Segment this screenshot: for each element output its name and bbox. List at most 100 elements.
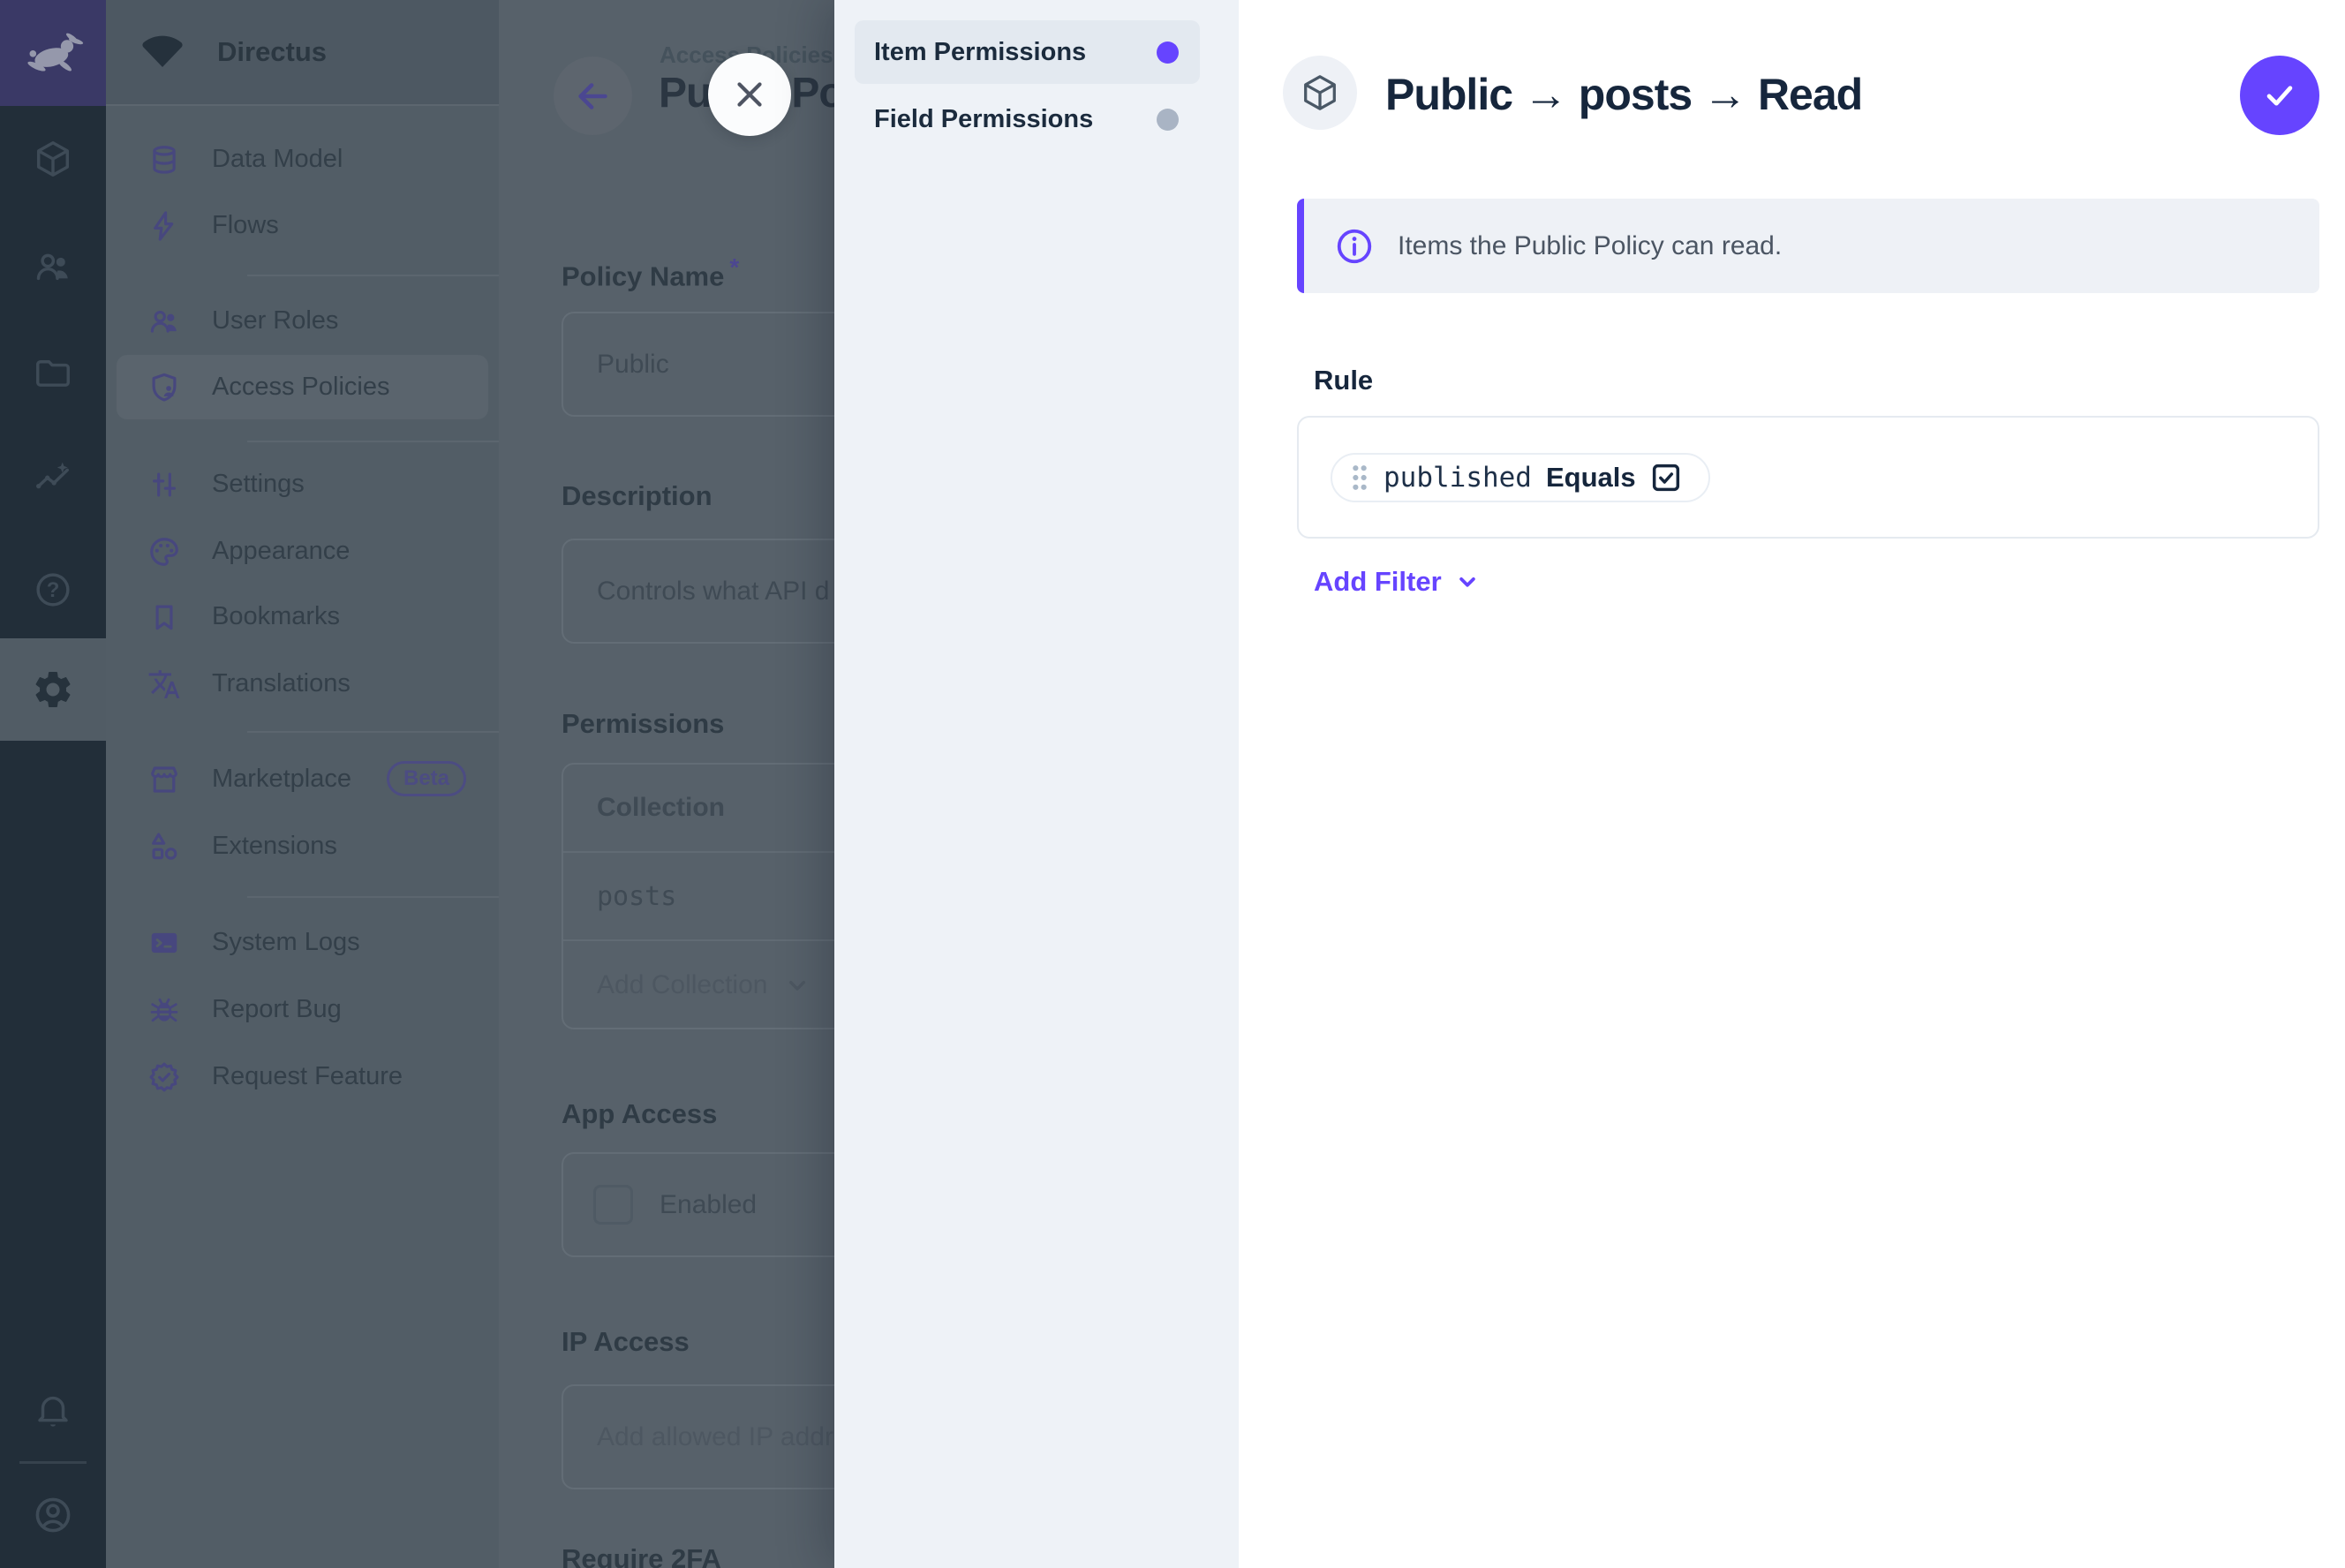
sidebar-item-report-bug[interactable]: Report Bug [117,977,488,1042]
translate-icon [147,667,182,702]
sidebar-item-bookmarks[interactable]: Bookmarks [117,584,488,649]
enabled-checkbox[interactable] [593,1185,633,1225]
module-bar: ? [0,0,106,1568]
sidebar-item-label: Access Policies [212,373,389,402]
tab-label: Field Permissions [874,105,1157,134]
shapes-icon [147,829,182,864]
directus-rabbit-icon [20,28,86,78]
chevron-down-icon [783,971,811,999]
add-collection-button[interactable]: Add Collection [563,941,834,1029]
settings-gear-icon [31,667,75,712]
collection-name: posts [597,881,676,912]
check-icon [2260,76,2299,115]
project-header[interactable]: Directus [106,0,499,106]
sidebar-item-label: Appearance [212,537,350,566]
required-asterisk: * [729,253,739,281]
drawer-side-panel: Item Permissions Field Permissions [834,0,1239,1568]
storefront-icon [147,762,182,797]
sidebar-item-label: System Logs [212,928,360,957]
drawer-title: Public → posts → Read [1385,69,1862,120]
bolt-icon [147,208,182,244]
users-icon [33,246,73,287]
sidebar-item-request-feature[interactable]: Request Feature [117,1044,488,1109]
insights-module-button[interactable] [0,426,106,531]
add-filter-label: Add Filter [1314,566,1442,598]
project-logo-icon [139,35,185,69]
sidebar-item-label: Extensions [212,832,337,861]
sidebar-item-translations[interactable]: Translations [117,652,488,716]
database-icon [147,142,182,177]
help-icon: ? [33,569,73,610]
table-row-posts[interactable]: posts [563,853,834,939]
settings-nav-panel: Directus Data Model Flows [106,0,499,1568]
permission-drawer: Public → posts → Read Items the Public P… [1239,0,2345,1568]
folder-icon [33,352,73,393]
sidebar-item-label: Report Bug [212,995,342,1024]
enabled-checkbox-label: Enabled [660,1190,757,1220]
filter-operator[interactable]: Equals [1546,462,1636,494]
box-icon [1300,72,1340,113]
sidebar-item-label: User Roles [212,306,338,335]
account-button[interactable] [0,1462,106,1568]
description-label: Description [562,480,713,512]
tab-item-permissions[interactable]: Item Permissions [855,20,1200,84]
sidebar-item-data-model[interactable]: Data Model [117,127,488,192]
help-module-button[interactable]: ? [0,537,106,643]
filter-field-name[interactable]: published [1384,462,1532,494]
ip-access-label: IP Access [562,1326,690,1358]
users-module-button[interactable] [0,214,106,320]
notifications-button[interactable] [0,1357,106,1463]
info-notice: Items the Public Policy can read. [1297,199,2319,293]
info-icon [1334,226,1375,267]
permissions-header-row: Collection [563,765,834,851]
rule-container: published Equals [1297,416,2319,539]
sidebar-item-label: Flows [212,211,279,240]
filter-chip[interactable]: published Equals [1331,453,1710,502]
sidebar-item-label: Data Model [212,145,343,174]
content-module-button[interactable] [0,106,106,212]
description-input[interactable]: Controls what API d [562,539,834,644]
project-name: Directus [217,36,327,68]
directus-app: ? [0,0,2345,1568]
settings-module-button[interactable] [0,638,106,741]
close-drawer-button[interactable] [708,53,791,136]
tune-icon [147,467,182,502]
sidebar-item-user-roles[interactable]: User Roles [117,289,488,353]
sidebar-item-label: Marketplace [212,765,351,794]
user-roles-icon [147,304,182,339]
sidebar-item-label: Translations [212,669,351,698]
sidebar-item-label: Request Feature [212,1062,403,1091]
checked-checkbox-icon[interactable] [1648,460,1684,495]
collection-column-header: Collection [597,793,725,823]
tab-field-permissions[interactable]: Field Permissions [855,87,1200,151]
palette-icon [147,534,182,569]
tab-label: Item Permissions [874,38,1157,67]
ip-access-input[interactable]: Add allowed IP addr [562,1384,834,1489]
drawer-icon-chip [1283,56,1357,130]
back-button[interactable] [554,57,632,135]
chevron-down-icon [1454,569,1481,595]
inactive-dot-icon [1157,109,1179,131]
svg-text:?: ? [47,578,60,602]
policy-name-value: Public [597,350,669,380]
notice-text: Items the Public Policy can read. [1398,231,1782,261]
directus-logo-button[interactable] [0,0,106,106]
sidebar-item-settings[interactable]: Settings [117,452,488,516]
active-dot-icon [1157,41,1179,64]
policy-name-input[interactable]: Public [562,312,834,417]
files-module-button[interactable] [0,320,106,426]
shield-person-icon [147,370,182,405]
insights-icon [33,458,73,499]
sidebar-item-flows[interactable]: Flows [117,193,488,258]
close-icon [729,74,770,115]
arrow-left-icon [573,76,614,117]
beta-badge: Beta [387,761,466,796]
notifications-bell-icon [33,1390,73,1430]
add-filter-button[interactable]: Add Filter [1314,566,1481,598]
drag-handle-icon[interactable] [1350,463,1369,493]
sidebar-item-extensions[interactable]: Extensions [117,814,488,878]
sidebar-item-appearance[interactable]: Appearance [117,519,488,584]
sidebar-item-system-logs[interactable]: System Logs [117,910,488,975]
sidebar-item-access-policies[interactable]: Access Policies [117,355,488,419]
confirm-button[interactable] [2240,56,2319,135]
